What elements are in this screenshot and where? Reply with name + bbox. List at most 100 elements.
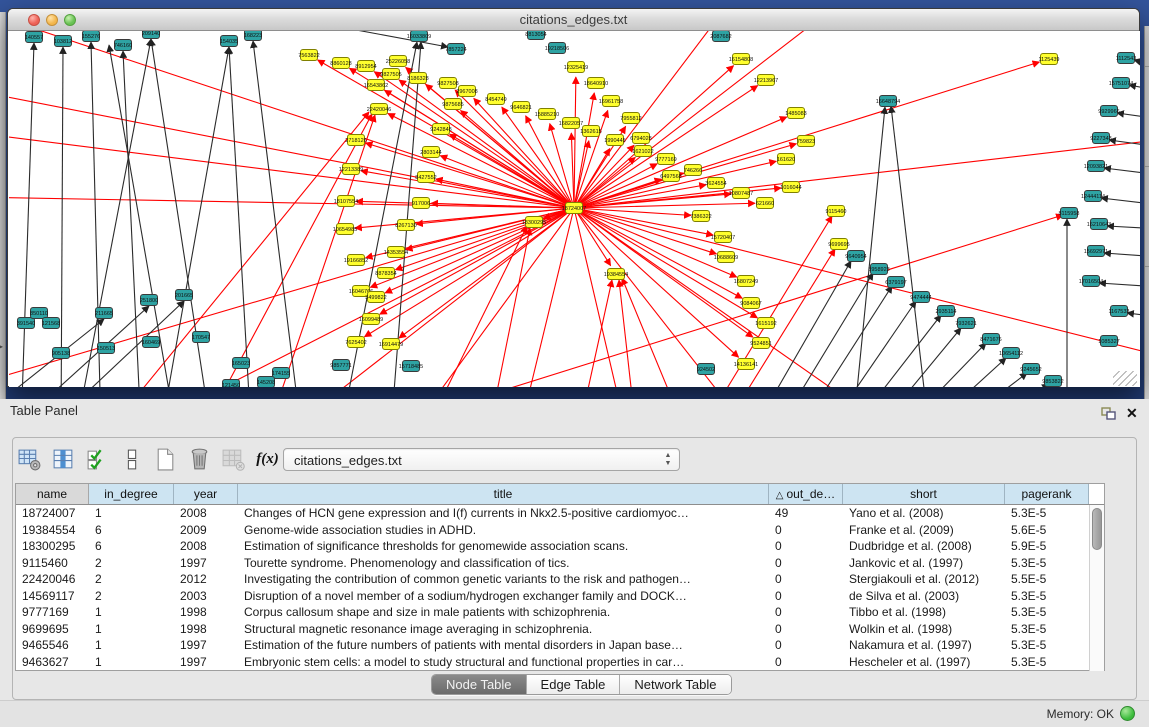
graph-node[interactable]: 8860128 [330, 58, 351, 69]
table-cell[interactable]: 1 [89, 637, 174, 654]
column-header-in_degree[interactable]: in_degree [89, 484, 174, 504]
table-cell[interactable]: 1997 [174, 637, 238, 654]
graph-node[interactable]: 15720407 [711, 232, 735, 243]
column-header-out_de[interactable]: △out_de… [769, 484, 843, 504]
table-cell[interactable]: 5.3E-5 [1005, 621, 1089, 638]
graph-node[interactable]: 14353554 [384, 247, 408, 258]
table-cell[interactable]: 49 [769, 505, 843, 522]
select-columns-icon[interactable] [84, 446, 111, 473]
graph-node[interactable]: 7857224 [445, 44, 466, 55]
graph-node[interactable]: 121568 [42, 318, 60, 329]
graph-node[interactable]: 8813054 [525, 31, 546, 40]
graph-node[interactable]: 9115460 [825, 206, 846, 217]
table-cell[interactable]: 2008 [174, 538, 238, 555]
column-header-year[interactable]: year [174, 484, 238, 504]
network-canvas[interactable]: 1872400718300295756382288601288912954252… [9, 31, 1140, 387]
function-builder-icon[interactable]: f(x) [254, 446, 281, 473]
table-cell[interactable]: 5.5E-5 [1005, 571, 1089, 588]
table-cell[interactable]: Yano et al. (2008) [843, 505, 1005, 522]
graph-node[interactable]: 16543862 [364, 80, 388, 91]
graph-node[interactable]: 121450 [222, 380, 240, 388]
table-cell[interactable]: 5.3E-5 [1005, 654, 1089, 671]
table-cell[interactable]: 5.3E-5 [1005, 604, 1089, 621]
column-header-title[interactable]: title [238, 484, 769, 504]
graph-node[interactable]: 16807249 [734, 276, 758, 287]
graph-node[interactable]: 8267130 [395, 220, 416, 231]
graph-node[interactable]: 18640910 [584, 78, 608, 89]
graph-node[interactable]: 16961758 [599, 96, 623, 107]
table-cell[interactable]: 0 [769, 621, 843, 638]
graph-node[interactable]: 160469 [142, 337, 160, 348]
table-cell[interactable]: 5.3E-5 [1005, 588, 1089, 605]
graph-node[interactable]: 16099489 [359, 314, 383, 325]
graph-node[interactable]: 7932621 [955, 318, 976, 329]
table-cell[interactable]: 9115460 [16, 555, 89, 572]
table-cell[interactable]: 2 [89, 588, 174, 605]
graph-node[interactable]: 1112543 [1116, 53, 1137, 64]
graph-node[interactable]: 16822057 [559, 118, 583, 129]
table-cell[interactable]: 5.3E-5 [1005, 555, 1089, 572]
graph-node[interactable]: 10654112 [999, 348, 1023, 359]
table-cell[interactable]: Hescheler et al. (1997) [843, 654, 1005, 671]
table-source-dropdown[interactable]: citations_edges.txt ▲▼ [283, 448, 680, 471]
graph-node[interactable]: 1990445 [604, 135, 625, 146]
graph-node[interactable]: 8427552 [415, 172, 436, 183]
graph-node[interactable]: 8115958 [1058, 208, 1079, 219]
table-cell[interactable]: Wolkin et al. (1998) [843, 621, 1005, 638]
graph-node[interactable]: 9245652 [1020, 364, 1041, 375]
table-cell[interactable]: 0 [769, 571, 843, 588]
table-row[interactable]: 977716911998Corpus callosum shape and si… [16, 604, 1104, 621]
table-cell[interactable]: Structural magnetic resonance image aver… [238, 621, 769, 638]
table-cell[interactable]: 0 [769, 604, 843, 621]
table-cell[interactable]: 6 [89, 538, 174, 555]
graph-node[interactable]: 7625402 [345, 337, 366, 348]
graph-node[interactable]: 17016504 [1079, 276, 1103, 287]
graph-node[interactable]: 9853822 [1042, 376, 1063, 387]
graph-node[interactable]: 211665 [95, 308, 113, 319]
table-row[interactable]: 911546021997Tourette syndrome. Phenomeno… [16, 555, 1104, 572]
graph-node[interactable]: 209140 [142, 31, 160, 39]
table-cell[interactable]: Corpus callosum shape and size in male p… [238, 604, 769, 621]
graph-node[interactable]: 9777169 [655, 154, 676, 165]
graph-node[interactable]: 12213389 [339, 164, 363, 175]
graph-node[interactable]: 2935114 [935, 306, 956, 317]
graph-node[interactable]: 7955812 [620, 113, 641, 124]
resize-grip-icon[interactable] [1113, 371, 1137, 386]
graph-node[interactable]: 1167533 [1108, 306, 1129, 317]
table-cell[interactable]: 0 [769, 588, 843, 605]
graph-node[interactable]: 6794028 [630, 133, 651, 144]
graph-node[interactable]: 9474444 [910, 292, 931, 303]
graph-node[interactable]: 9875685 [442, 99, 463, 110]
table-row[interactable]: 1830029562008Estimation of significance … [16, 538, 1104, 555]
graph-node[interactable]: 168223 [244, 31, 262, 41]
delete-column-icon[interactable] [186, 446, 213, 473]
graph-node[interactable]: 8958923 [868, 264, 889, 275]
graph-node[interactable]: 145208 [257, 377, 275, 388]
graph-node[interactable]: 3499822 [365, 292, 386, 303]
table-cell[interactable]: 9465546 [16, 637, 89, 654]
graph-node[interactable]: 10654985 [333, 224, 357, 235]
graph-node[interactable]: 9640954 [845, 251, 866, 262]
table-cell[interactable]: Dudbridge et al. (2008) [843, 538, 1005, 555]
scrollbar-thumb[interactable] [1092, 508, 1102, 550]
table-row[interactable]: 1872400712008Changes of HCN gene express… [16, 505, 1104, 522]
graph-node[interactable]: 391540 [17, 318, 35, 329]
graph-node[interactable]: 251800 [140, 295, 158, 306]
show-columns-icon[interactable] [50, 446, 77, 473]
graph-node[interactable]: 165023 [232, 358, 250, 369]
graph-node[interactable]: 140557 [25, 32, 43, 43]
tab-node-table[interactable]: Node Table [432, 675, 527, 694]
graph-node[interactable]: 8186328 [407, 73, 428, 84]
table-cell[interactable]: 14569117 [16, 588, 89, 605]
graph-node[interactable]: 16914479 [379, 339, 403, 350]
table-cell[interactable]: 9463627 [16, 654, 89, 671]
table-cell[interactable]: Disruption of a novel member of a sodium… [238, 588, 769, 605]
graph-node[interactable]: 9084067 [740, 298, 761, 309]
graph-node[interactable]: 1485083 [785, 108, 806, 119]
window-titlebar[interactable]: citations_edges.txt [8, 9, 1139, 31]
table-cell[interactable]: 5.3E-5 [1005, 637, 1089, 654]
table-cell[interactable]: Tourette syndrome. Phenomenology and cla… [238, 555, 769, 572]
graph-node[interactable]: 10807487 [729, 188, 753, 199]
graph-node[interactable]: 7386322 [690, 211, 711, 222]
graph-node[interactable]: 8912954 [355, 61, 376, 72]
